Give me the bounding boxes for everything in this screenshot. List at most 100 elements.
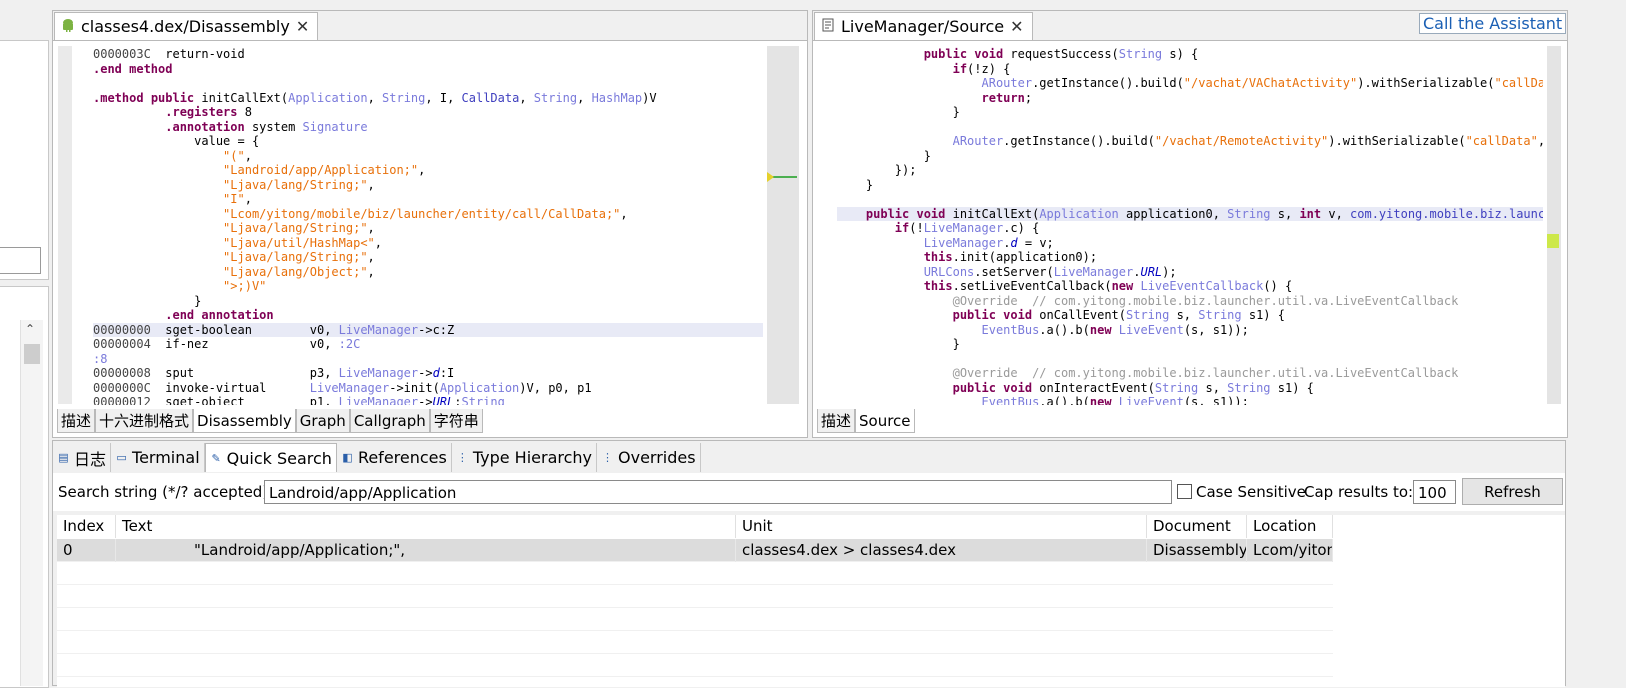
overview-ruler[interactable] — [767, 46, 799, 404]
disassembly-line[interactable]: 00000012 sget-object p1, LiveManager->UR… — [93, 395, 763, 405]
scroll-thumb[interactable] — [24, 344, 40, 364]
source-line[interactable]: if(!LiveManager.c) { — [837, 221, 1543, 236]
disassembly-line[interactable]: .registers 8 — [93, 105, 763, 120]
code-token: .getInstance().build( — [1032, 76, 1184, 90]
source-line[interactable]: } — [837, 178, 1543, 193]
code-token: String — [382, 90, 426, 105]
disassembly-line[interactable]: 00000004 if-nez v0, :2C — [93, 337, 763, 352]
overview-ruler[interactable] — [1547, 46, 1561, 404]
view-tab[interactable]: ◧ References — [337, 443, 452, 472]
source-line[interactable]: EventBus.a().b(new LiveEvent(s, s1)); — [837, 323, 1543, 338]
code-token: String — [1227, 380, 1271, 395]
disassembly-line[interactable]: 0000003C return-void — [93, 47, 763, 62]
disassembly-line[interactable]: "Ljava/lang/String;", — [93, 250, 763, 265]
source-line[interactable]: EventBus.a().b(new LiveEvent(s, s1)); — [837, 395, 1543, 405]
source-line[interactable]: URLCons.setServer(LiveManager.URL); — [837, 265, 1543, 280]
source-line[interactable]: this.setLiveEventCallback(new LiveEventC… — [837, 279, 1543, 294]
disassembly-line[interactable]: value = { — [93, 134, 763, 149]
disassembly-line[interactable]: 00000000 sget-boolean v0, LiveManager->c… — [93, 322, 763, 337]
disassembly-line[interactable]: "Landroid/app/Application;", — [93, 163, 763, 178]
close-icon[interactable]: ✕ — [296, 17, 309, 36]
code-token: HashMap — [591, 90, 643, 105]
editor-bottom-tab[interactable]: Source — [855, 409, 915, 433]
scroll-up-icon[interactable]: ⌃ — [25, 322, 35, 336]
editor-bottom-tab[interactable]: 十六进制格式 — [95, 409, 194, 433]
table-row[interactable]: 0 "Landroid/app/Application;", classes4.de… — [57, 539, 1333, 562]
source-line[interactable]: return; — [837, 91, 1543, 106]
source-line[interactable]: public void requestSuccess(String s) { — [837, 47, 1543, 62]
search-input[interactable]: Landroid/app/Application — [264, 480, 1172, 504]
source-line[interactable] — [837, 192, 1543, 207]
source-line[interactable]: } — [837, 105, 1543, 120]
column-header[interactable]: Location — [1247, 515, 1333, 538]
disassembly-line[interactable]: "(", — [93, 149, 763, 164]
table-row[interactable] — [57, 608, 1333, 631]
source-line[interactable]: }); — [837, 163, 1543, 178]
table-row[interactable] — [57, 562, 1333, 585]
column-header[interactable]: Index — [57, 515, 116, 538]
source-line[interactable]: this.init(application0); — [837, 250, 1543, 265]
source-line[interactable]: @Override // com.yitong.mobile.biz.launc… — [837, 294, 1543, 309]
tab-source[interactable]: LiveManager/Source ✕ — [814, 12, 1033, 40]
disassembly-line[interactable]: .annotation system Signature — [93, 120, 763, 135]
view-tab[interactable]: ⋮ Type Hierarchy — [452, 443, 598, 472]
left-panel-scrollbar[interactable]: ⌃ — [20, 320, 43, 686]
cap-results-input[interactable]: 100 — [1413, 480, 1456, 504]
disassembly-line[interactable] — [93, 76, 763, 91]
source-line[interactable]: ARouter.getInstance().build("/vachat/Rem… — [837, 134, 1543, 149]
disassembly-line[interactable]: } — [93, 294, 763, 309]
disassembly-code[interactable]: 0000003C return-void .end method .method p… — [93, 47, 763, 405]
disassembly-line[interactable]: ">;)V" — [93, 279, 763, 294]
source-line[interactable] — [837, 352, 1543, 367]
column-header[interactable]: Unit — [736, 515, 1147, 538]
source-line[interactable] — [837, 120, 1543, 135]
disassembly-line[interactable]: "Ljava/lang/String;", — [93, 221, 763, 236]
case-sensitive-checkbox[interactable] — [1177, 484, 1192, 499]
call-assistant-link[interactable]: Call the Assistant — [1419, 13, 1567, 34]
close-icon[interactable]: ✕ — [1010, 17, 1023, 36]
source-line[interactable]: public void onInteractEvent(String s, St… — [837, 381, 1543, 396]
column-header[interactable]: Text — [116, 515, 736, 538]
table-row[interactable] — [57, 654, 1333, 677]
view-tab[interactable]: ▭ Terminal — [111, 443, 205, 472]
view-tab[interactable]: ⋮ Overrides — [597, 443, 701, 472]
disassembly-line[interactable]: 00000008 sput p3, LiveManager->d:I — [93, 366, 763, 381]
source-line[interactable]: LiveManager.d = v; — [837, 236, 1543, 251]
column-header[interactable]: Document — [1147, 515, 1247, 538]
refresh-button[interactable]: Refresh — [1462, 478, 1563, 505]
code-token: s, — [1198, 380, 1228, 395]
disassembly-line[interactable]: "Ljava/util/HashMap<", — [93, 236, 763, 251]
source-code[interactable]: public void requestSuccess(String s) { i… — [837, 47, 1543, 405]
source-line[interactable]: public void initCallExt(Application appl… — [837, 206, 1543, 221]
table-row[interactable] — [57, 585, 1333, 608]
left-panel-filter-input[interactable] — [0, 247, 41, 274]
view-tabs: ▤ 日志 ▭ Terminal ✎ Quick Search ◧ References ⋮ Typ… — [53, 443, 701, 472]
disassembly-line[interactable]: .method public initCallExt(Application , … — [93, 91, 763, 106]
table-row[interactable] — [57, 631, 1333, 654]
view-tab[interactable]: ▤ 日志 — [53, 443, 112, 472]
editor-bottom-tab[interactable]: 描述 — [817, 409, 856, 433]
source-line[interactable]: } — [837, 149, 1543, 164]
source-line[interactable]: ARouter.getInstance().build("/vachat/VAC… — [837, 76, 1544, 91]
view-tab[interactable]: ✎ Quick Search — [204, 443, 337, 472]
editor-bottom-tab[interactable]: Callgraph — [349, 409, 430, 433]
editor-bottom-tab[interactable]: 字符串 — [429, 409, 483, 433]
disassembly-line[interactable]: .end annotation — [93, 308, 763, 323]
disassembly-line[interactable]: 0000000C invoke-virtual LiveManager->ini… — [93, 381, 763, 396]
disassembly-line[interactable]: "Lcom/yitong/mobile/biz/launcher/entity/… — [93, 207, 763, 222]
tab-disassembly[interactable]: classes4.dex/Disassembly ✕ — [54, 12, 319, 40]
source-line[interactable]: } — [837, 337, 1543, 352]
ruler-marker[interactable] — [1547, 234, 1559, 248]
editor-bottom-tab[interactable]: 描述 — [57, 409, 96, 433]
disassembly-line[interactable]: "I", — [93, 192, 763, 207]
disassembly-line[interactable]: "Ljava/lang/Object;", — [93, 265, 763, 280]
disassembly-line[interactable]: .end method — [93, 62, 763, 77]
disassembly-line[interactable]: :8 — [93, 352, 763, 367]
source-line[interactable]: @Override // com.yitong.mobile.biz.launc… — [837, 366, 1543, 381]
source-line[interactable]: public void onCallEvent(String s, String… — [837, 308, 1543, 323]
editor-bottom-tab[interactable]: Disassembly — [193, 409, 296, 433]
disassembly-line[interactable]: "Ljava/lang/String;", — [93, 178, 763, 193]
editor-bottom-tab[interactable]: Graph — [295, 409, 350, 433]
source-line[interactable]: if(!z) { — [837, 62, 1543, 77]
